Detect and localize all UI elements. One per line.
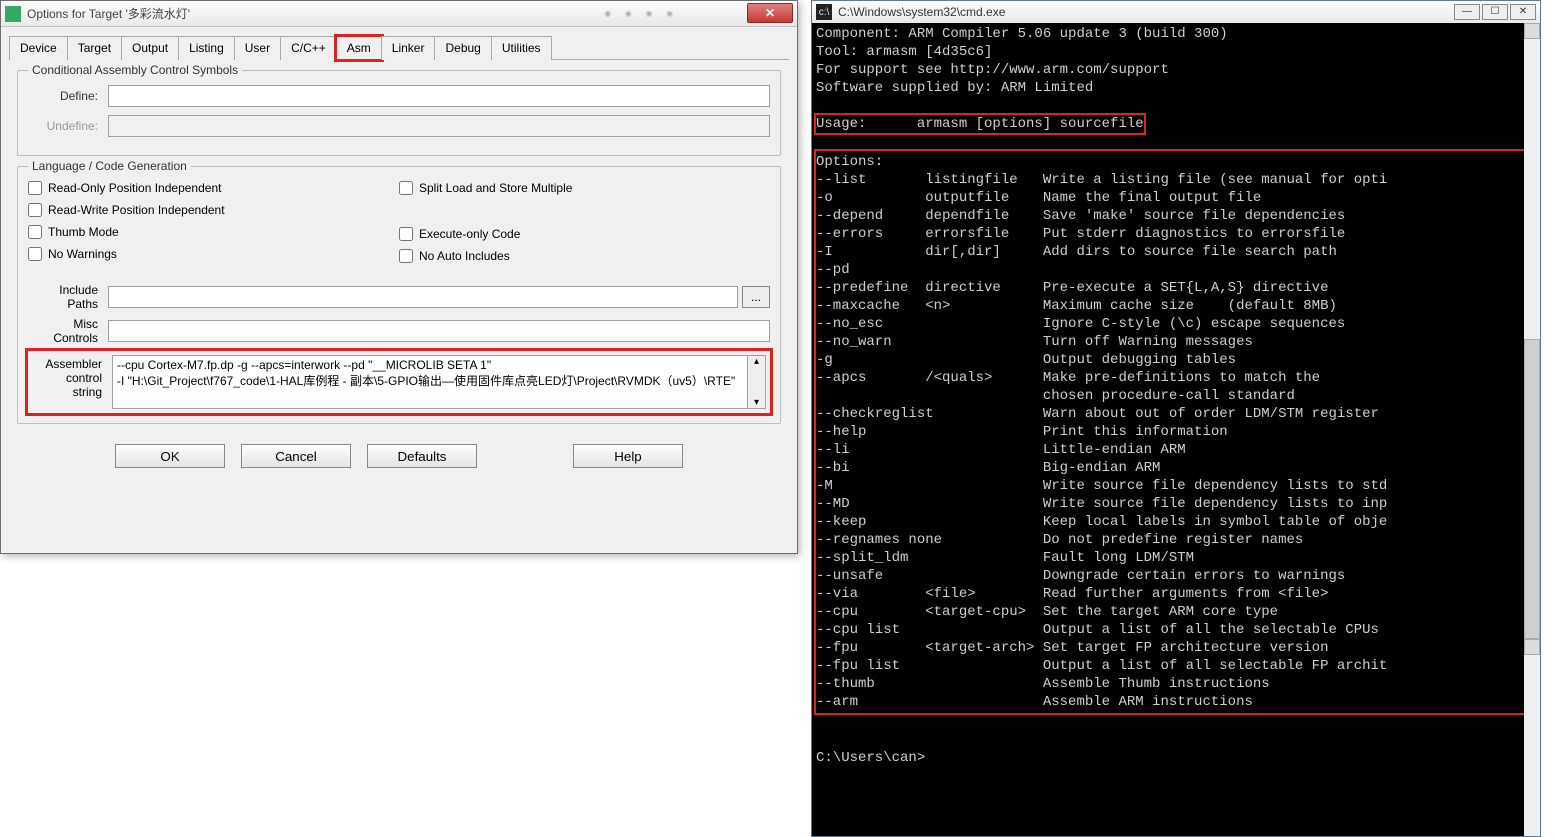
check-exec-only[interactable] (399, 227, 413, 241)
check-thumb[interactable] (28, 225, 42, 239)
cmd-options-block: Options: --list listingfile Write a list… (816, 151, 1536, 713)
check-thumb-label: Thumb Mode (48, 225, 119, 239)
check-nowarn[interactable] (28, 247, 42, 261)
dialog-titlebar[interactable]: Options for Target '多彩流水灯' ●●●● (1, 1, 797, 27)
define-input[interactable] (108, 85, 770, 107)
misc-controls-label: Misc Controls (28, 317, 98, 345)
check-ro-pi-label: Read-Only Position Independent (48, 181, 221, 195)
cmd-options-body: --list listingfile Write a listing file … (816, 172, 1387, 710)
check-no-auto-inc-label: No Auto Includes (419, 249, 510, 263)
include-paths-browse[interactable]: ... (742, 286, 770, 308)
tab-debug[interactable]: Debug (434, 36, 491, 60)
cmd-close-button[interactable]: ✕ (1510, 4, 1536, 20)
cmd-usage-line: Usage: armasm [options] sourcefile (816, 115, 1144, 133)
misc-controls-input[interactable] (108, 320, 770, 342)
group-language-codegen: Language / Code Generation Read-Only Pos… (17, 166, 781, 424)
cancel-button[interactable]: Cancel (241, 444, 351, 468)
tab-linker[interactable]: Linker (381, 36, 436, 60)
check-rw-pi-label: Read-Write Position Independent (48, 203, 225, 217)
dialog-button-bar: OK Cancel Defaults Help (17, 434, 781, 468)
tab-device[interactable]: Device (9, 36, 68, 60)
include-paths-label: Include Paths (28, 283, 98, 311)
cmd-output[interactable]: Component: ARM Compiler 5.06 update 3 (b… (812, 23, 1540, 836)
cmd-prompt: C:\Users\can> (816, 750, 925, 766)
tab-listing[interactable]: Listing (178, 36, 235, 60)
ok-button[interactable]: OK (115, 444, 225, 468)
close-button[interactable] (747, 3, 793, 23)
help-button[interactable]: Help (573, 444, 683, 468)
dialog-title: Options for Target '多彩流水灯' (27, 5, 604, 22)
tab-bar: Device Target Output Listing User C/C++ … (9, 35, 789, 60)
cmd-titlebar[interactable]: c:\ C:\Windows\system32\cmd.exe — ☐ ✕ (812, 1, 1540, 23)
assembler-control-string[interactable] (112, 355, 748, 409)
tab-asm[interactable]: Asm (336, 36, 382, 60)
define-label: Define: (28, 89, 98, 103)
defaults-button[interactable]: Defaults (367, 444, 477, 468)
tab-ccpp[interactable]: C/C++ (280, 36, 337, 60)
assembler-control-row: Assembler control string ▴▾ (28, 351, 770, 413)
group-language-legend: Language / Code Generation (28, 159, 191, 173)
check-no-auto-inc[interactable] (399, 249, 413, 263)
group-conditional-legend: Conditional Assembly Control Symbols (28, 63, 242, 77)
cmd-icon: c:\ (816, 4, 832, 20)
cmd-scrollbar[interactable] (1524, 23, 1540, 836)
app-icon (5, 6, 21, 22)
group-conditional-symbols: Conditional Assembly Control Symbols Def… (17, 70, 781, 156)
undefine-input (108, 115, 770, 137)
tab-output[interactable]: Output (121, 36, 179, 60)
check-split-ldst[interactable] (399, 181, 413, 195)
assembler-scroll[interactable]: ▴▾ (748, 355, 766, 409)
cmd-max-button[interactable]: ☐ (1482, 4, 1508, 20)
tab-utilities[interactable]: Utilities (491, 36, 552, 60)
tab-body: Conditional Assembly Control Symbols Def… (1, 60, 797, 478)
cmd-options-hdr: Options: (816, 154, 883, 170)
check-rw-pi[interactable] (28, 203, 42, 217)
cmd-header: Component: ARM Compiler 5.06 update 3 (b… (816, 26, 1228, 96)
tab-target[interactable]: Target (67, 36, 122, 60)
tab-user[interactable]: User (234, 36, 281, 60)
undefine-label: Undefine: (28, 119, 98, 133)
include-paths-input[interactable] (108, 286, 738, 308)
cmd-title: C:\Windows\system32\cmd.exe (838, 5, 1005, 19)
check-split-ldst-label: Split Load and Store Multiple (419, 181, 572, 195)
check-nowarn-label: No Warnings (48, 247, 117, 261)
cmd-min-button[interactable]: — (1454, 4, 1480, 20)
options-dialog: Options for Target '多彩流水灯' ●●●● Device T… (0, 0, 798, 554)
check-exec-only-label: Execute-only Code (419, 227, 520, 241)
check-ro-pi[interactable] (28, 181, 42, 195)
cmd-window: c:\ C:\Windows\system32\cmd.exe — ☐ ✕ Co… (811, 0, 1541, 837)
assembler-control-label: Assembler control string (32, 355, 102, 399)
background-tabs-blur: ●●●● (604, 8, 673, 20)
